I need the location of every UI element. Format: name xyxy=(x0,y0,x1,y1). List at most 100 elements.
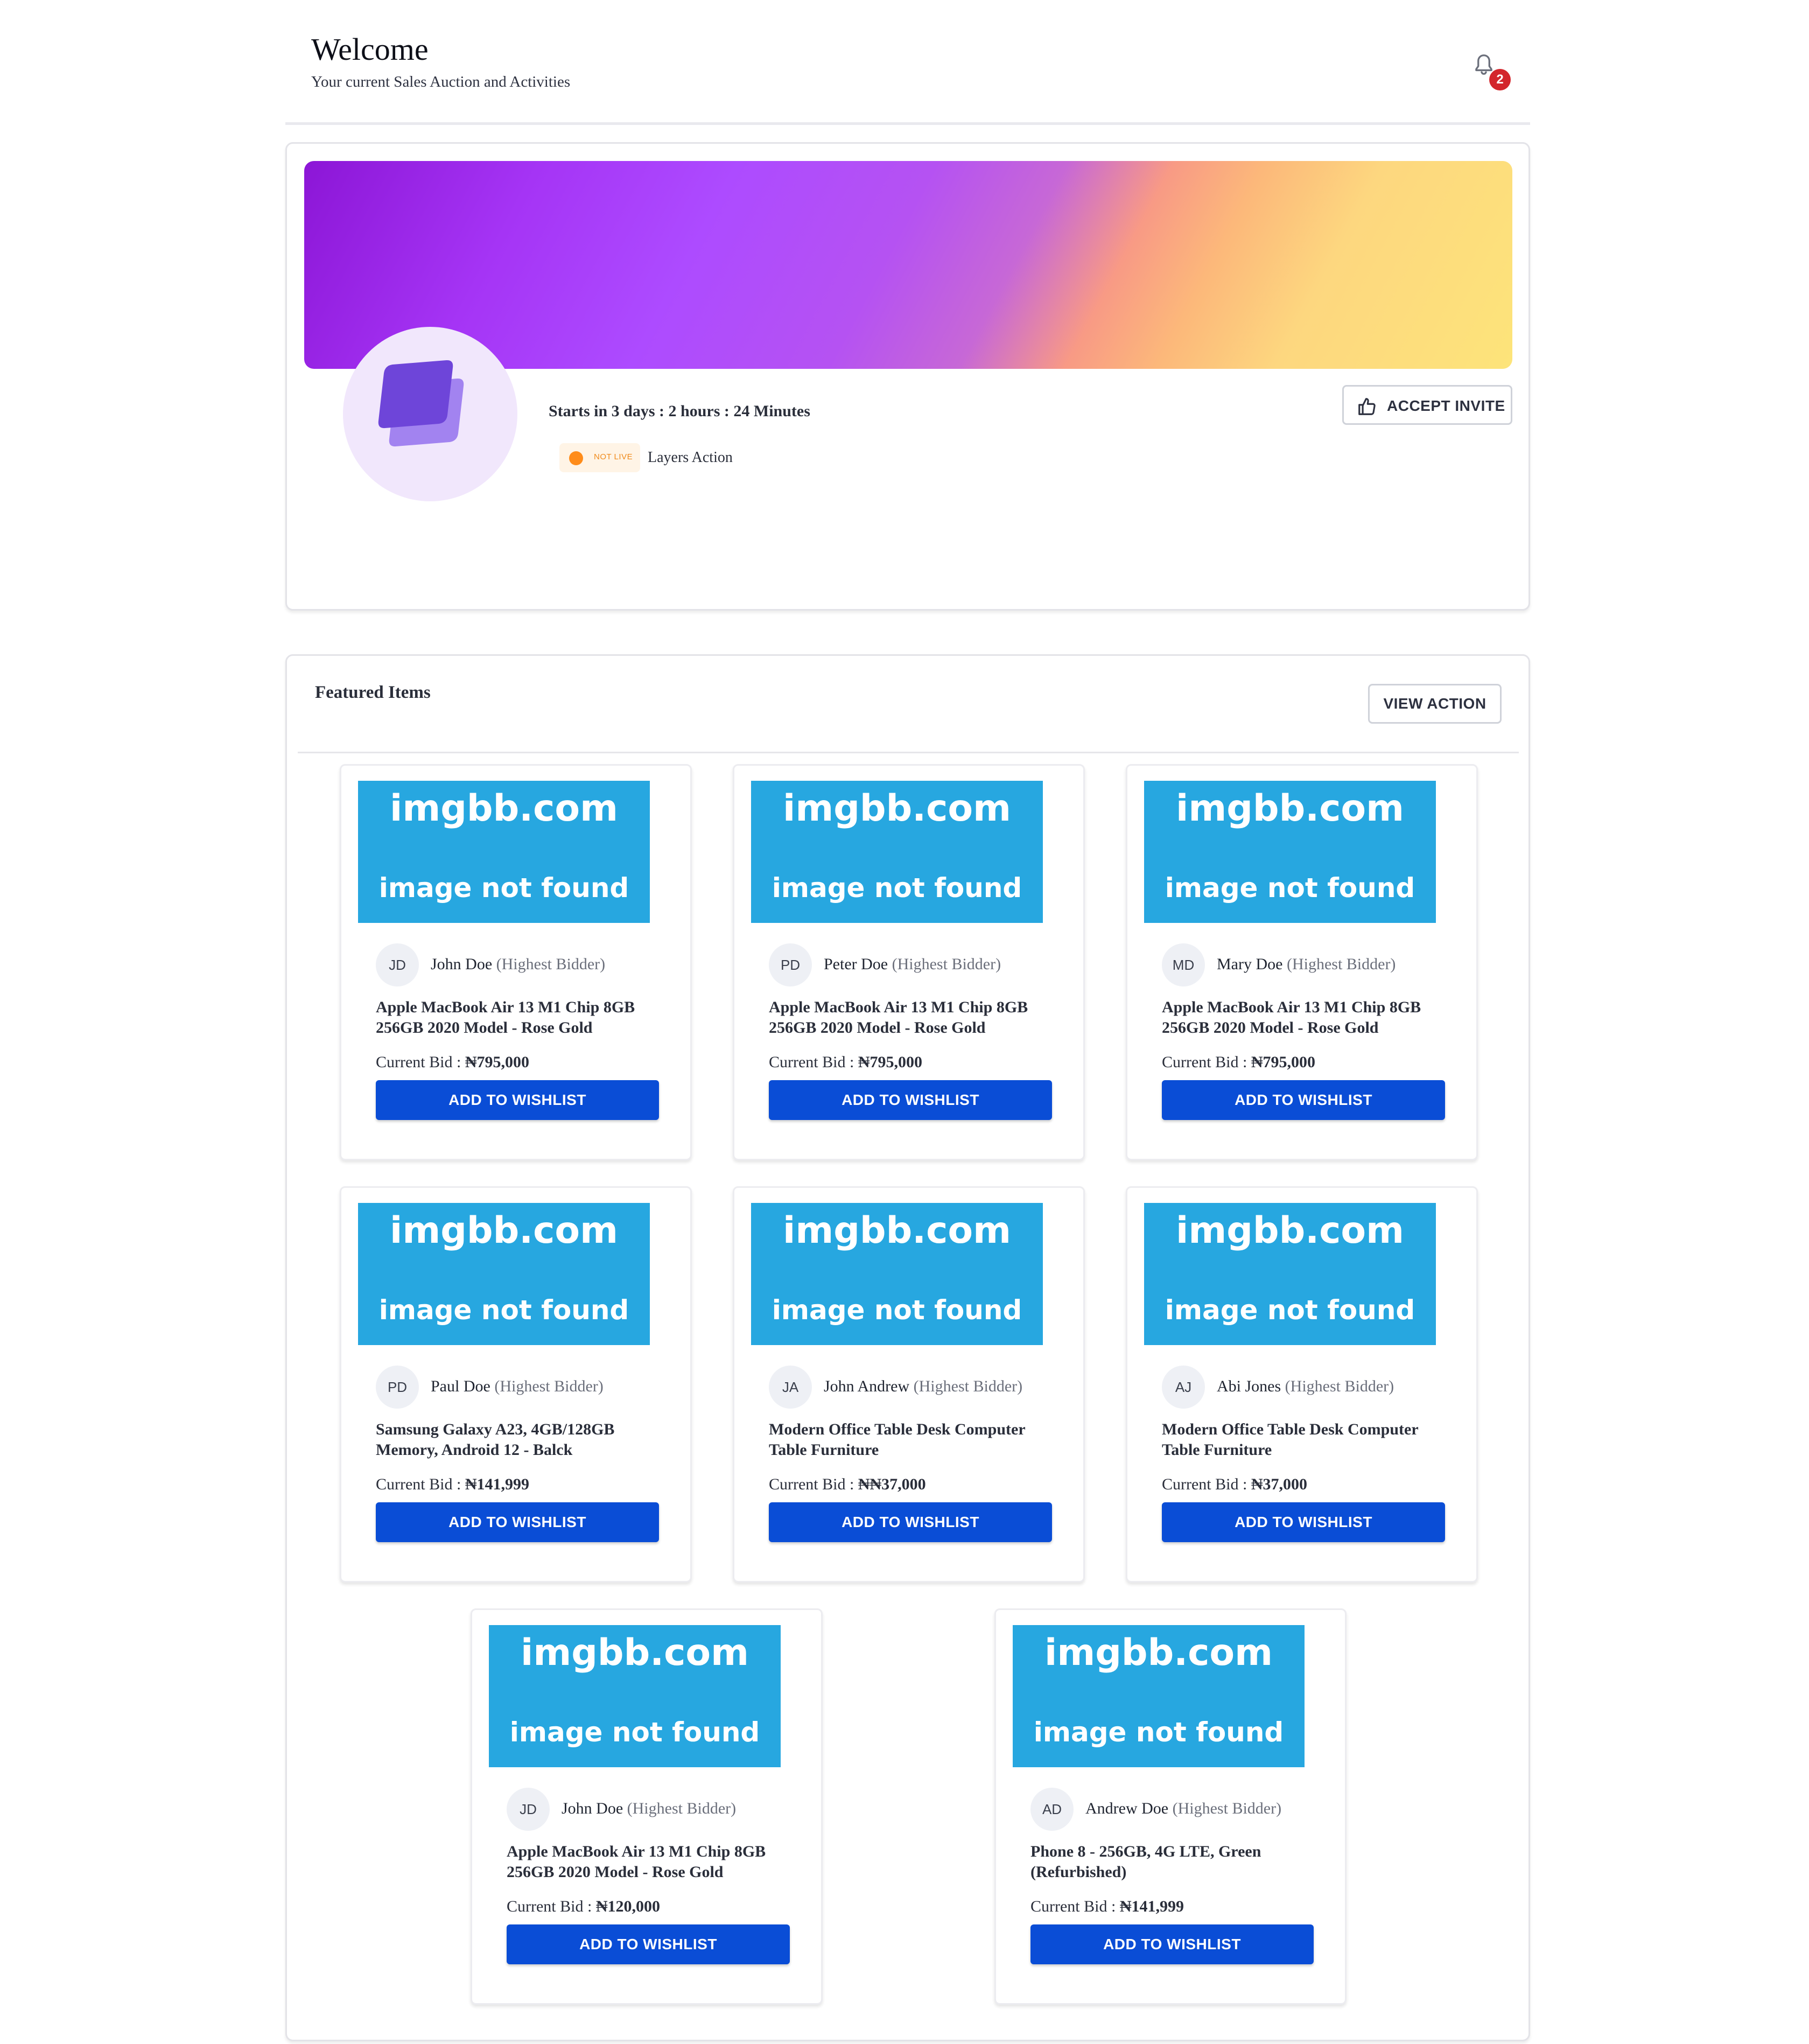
thumbs-up-icon xyxy=(1358,398,1376,415)
item-title: Modern Office Table Desk Computer Table … xyxy=(769,1420,1026,1459)
auction-logo xyxy=(343,327,517,501)
auction-name: Layers Action xyxy=(648,449,733,466)
add-to-wishlist-button[interactable]: ADD TO WISHLIST xyxy=(769,1080,1052,1120)
highest-bidder-tag: (Highest Bidder) xyxy=(627,1800,737,1817)
current-bid-label: Current Bid : xyxy=(769,1053,854,1071)
notifications-button[interactable]: 2 xyxy=(1472,53,1511,90)
current-bid-label: Current Bid : xyxy=(1162,1475,1247,1493)
avatar: AJ xyxy=(1162,1366,1205,1409)
item-title: Apple MacBook Air 13 M1 Chip 8GB 256GB 2… xyxy=(376,998,635,1037)
placeholder-text: image not found xyxy=(772,872,1022,904)
placeholder-text: imgbb.com xyxy=(1044,1632,1273,1674)
avatar: JA xyxy=(769,1366,812,1409)
add-to-wishlist-button[interactable]: ADD TO WISHLIST xyxy=(1162,1502,1445,1542)
page-title: Welcome xyxy=(311,32,429,67)
status-badge: NOT LIVE xyxy=(559,443,640,472)
current-bid: Current Bid : ₦37,000 xyxy=(1162,1475,1307,1494)
placeholder-text: imgbb.com xyxy=(390,787,618,830)
highest-bidder-tag: (Highest Bidder) xyxy=(1172,1800,1282,1817)
avatar: PD xyxy=(769,943,812,986)
add-to-wishlist-button[interactable]: ADD TO WISHLIST xyxy=(1030,1924,1314,1964)
bidder-line: John Doe (Highest Bidder) xyxy=(562,1800,736,1818)
item-title: Samsung Galaxy A23, 4GB/128GB Memory, An… xyxy=(376,1420,615,1459)
add-to-wishlist-button[interactable]: ADD TO WISHLIST xyxy=(769,1502,1052,1542)
current-bid-amount: ₦795,000 xyxy=(1251,1053,1315,1071)
page-header: Welcome Your current Sales Auction and A… xyxy=(285,0,1530,125)
item-title: Apple MacBook Air 13 M1 Chip 8GB 256GB 2… xyxy=(769,998,1028,1037)
current-bid: Current Bid : ₦795,000 xyxy=(769,1053,922,1072)
highest-bidder-tag: (Highest Bidder) xyxy=(1286,955,1396,973)
view-action-button[interactable]: VIEW ACTION xyxy=(1368,684,1502,724)
avatar: MD xyxy=(1162,943,1205,986)
item-card: imgbb.com image not found MD Mary Doe (H… xyxy=(1126,764,1478,1160)
current-bid: Current Bid : ₦₦37,000 xyxy=(769,1475,926,1494)
current-bid-label: Current Bid : xyxy=(507,1898,592,1915)
item-image: imgbb.com image not found xyxy=(489,1625,781,1767)
add-to-wishlist-button[interactable]: ADD TO WISHLIST xyxy=(507,1924,790,1964)
bidder-name: Mary Doe xyxy=(1217,955,1283,973)
add-to-wishlist-button[interactable]: ADD TO WISHLIST xyxy=(376,1502,659,1542)
bidder-name: Paul Doe xyxy=(431,1377,490,1395)
placeholder-text: image not found xyxy=(772,1294,1022,1326)
highest-bidder-tag: (Highest Bidder) xyxy=(913,1377,1023,1395)
page-subtitle: Your current Sales Auction and Activitie… xyxy=(311,73,571,90)
bidder-line: Andrew Doe (Highest Bidder) xyxy=(1085,1800,1281,1818)
item-title: Apple MacBook Air 13 M1 Chip 8GB 256GB 2… xyxy=(507,1843,766,1881)
placeholder-text: image not found xyxy=(1033,1717,1284,1748)
item-image: imgbb.com image not found xyxy=(1144,1203,1436,1345)
layers-logo-icon xyxy=(378,360,464,447)
item-image: imgbb.com image not found xyxy=(358,781,650,923)
current-bid: Current Bid : ₦795,000 xyxy=(1162,1053,1315,1072)
current-bid: Current Bid : ₦141,999 xyxy=(376,1475,529,1494)
status-label: NOT LIVE xyxy=(594,452,633,461)
auction-card: Starts in 3 days : 2 hours : 24 Minutes … xyxy=(285,142,1530,611)
bidder-name: Abi Jones xyxy=(1217,1377,1281,1395)
accept-invite-label: ACCEPT INVITE xyxy=(1387,397,1505,414)
placeholder-text: imgbb.com xyxy=(1176,787,1404,830)
current-bid: Current Bid : ₦120,000 xyxy=(507,1898,660,1916)
item-card: imgbb.com image not found JA John Andrew… xyxy=(733,1186,1085,1583)
auction-countdown: Starts in 3 days : 2 hours : 24 Minutes xyxy=(549,402,810,420)
placeholder-text: image not found xyxy=(378,872,629,904)
current-bid-amount: ₦37,000 xyxy=(1251,1475,1307,1493)
item-card: imgbb.com image not found JD John Doe (H… xyxy=(340,764,692,1160)
highest-bidder-tag: (Highest Bidder) xyxy=(892,955,1001,973)
bidder-line: Mary Doe (Highest Bidder) xyxy=(1217,955,1396,974)
item-card: imgbb.com image not found PD Peter Doe (… xyxy=(733,764,1085,1160)
placeholder-text: image not found xyxy=(1165,872,1415,904)
item-image: imgbb.com image not found xyxy=(751,781,1043,923)
placeholder-text: image not found xyxy=(509,1717,760,1748)
bidder-name: Andrew Doe xyxy=(1085,1800,1169,1817)
current-bid-label: Current Bid : xyxy=(1030,1898,1116,1915)
bidder-line: Abi Jones (Highest Bidder) xyxy=(1217,1377,1394,1396)
add-to-wishlist-button[interactable]: ADD TO WISHLIST xyxy=(1162,1080,1445,1120)
current-bid-amount: ₦120,000 xyxy=(595,1898,660,1915)
current-bid-label: Current Bid : xyxy=(1162,1053,1247,1071)
current-bid: Current Bid : ₦795,000 xyxy=(376,1053,529,1072)
notification-badge: 2 xyxy=(1489,69,1511,90)
highest-bidder-tag: (Highest Bidder) xyxy=(494,1377,604,1395)
current-bid-label: Current Bid : xyxy=(769,1475,854,1493)
current-bid-label: Current Bid : xyxy=(376,1053,461,1071)
current-bid-amount: ₦141,999 xyxy=(465,1475,529,1493)
bidder-name: John Andrew xyxy=(824,1377,910,1395)
bidder-name: John Doe xyxy=(562,1800,623,1817)
item-image: imgbb.com image not found xyxy=(1144,781,1436,923)
avatar: JD xyxy=(507,1788,550,1831)
bidder-line: Peter Doe (Highest Bidder) xyxy=(824,955,1001,974)
accept-invite-button[interactable]: ACCEPT INVITE xyxy=(1342,385,1512,425)
item-card: imgbb.com image not found JD John Doe (H… xyxy=(471,1608,823,2005)
item-card: imgbb.com image not found AD Andrew Doe … xyxy=(994,1608,1347,2005)
add-to-wishlist-button[interactable]: ADD TO WISHLIST xyxy=(376,1080,659,1120)
bidder-line: Paul Doe (Highest Bidder) xyxy=(431,1377,604,1396)
item-title: Phone 8 - 256GB, 4G LTE, Green (Refurbis… xyxy=(1030,1843,1261,1881)
placeholder-text: imgbb.com xyxy=(783,787,1011,830)
placeholder-text: image not found xyxy=(1165,1294,1415,1326)
featured-items-panel: Featured Items VIEW ACTION imgbb.com ima… xyxy=(285,654,1530,2041)
bidder-name: John Doe xyxy=(431,955,493,973)
highest-bidder-tag: (Highest Bidder) xyxy=(496,955,606,973)
status-dot-icon xyxy=(569,451,583,465)
current-bid: Current Bid : ₦141,999 xyxy=(1030,1898,1184,1916)
avatar: PD xyxy=(376,1366,419,1409)
avatar: AD xyxy=(1030,1788,1074,1831)
